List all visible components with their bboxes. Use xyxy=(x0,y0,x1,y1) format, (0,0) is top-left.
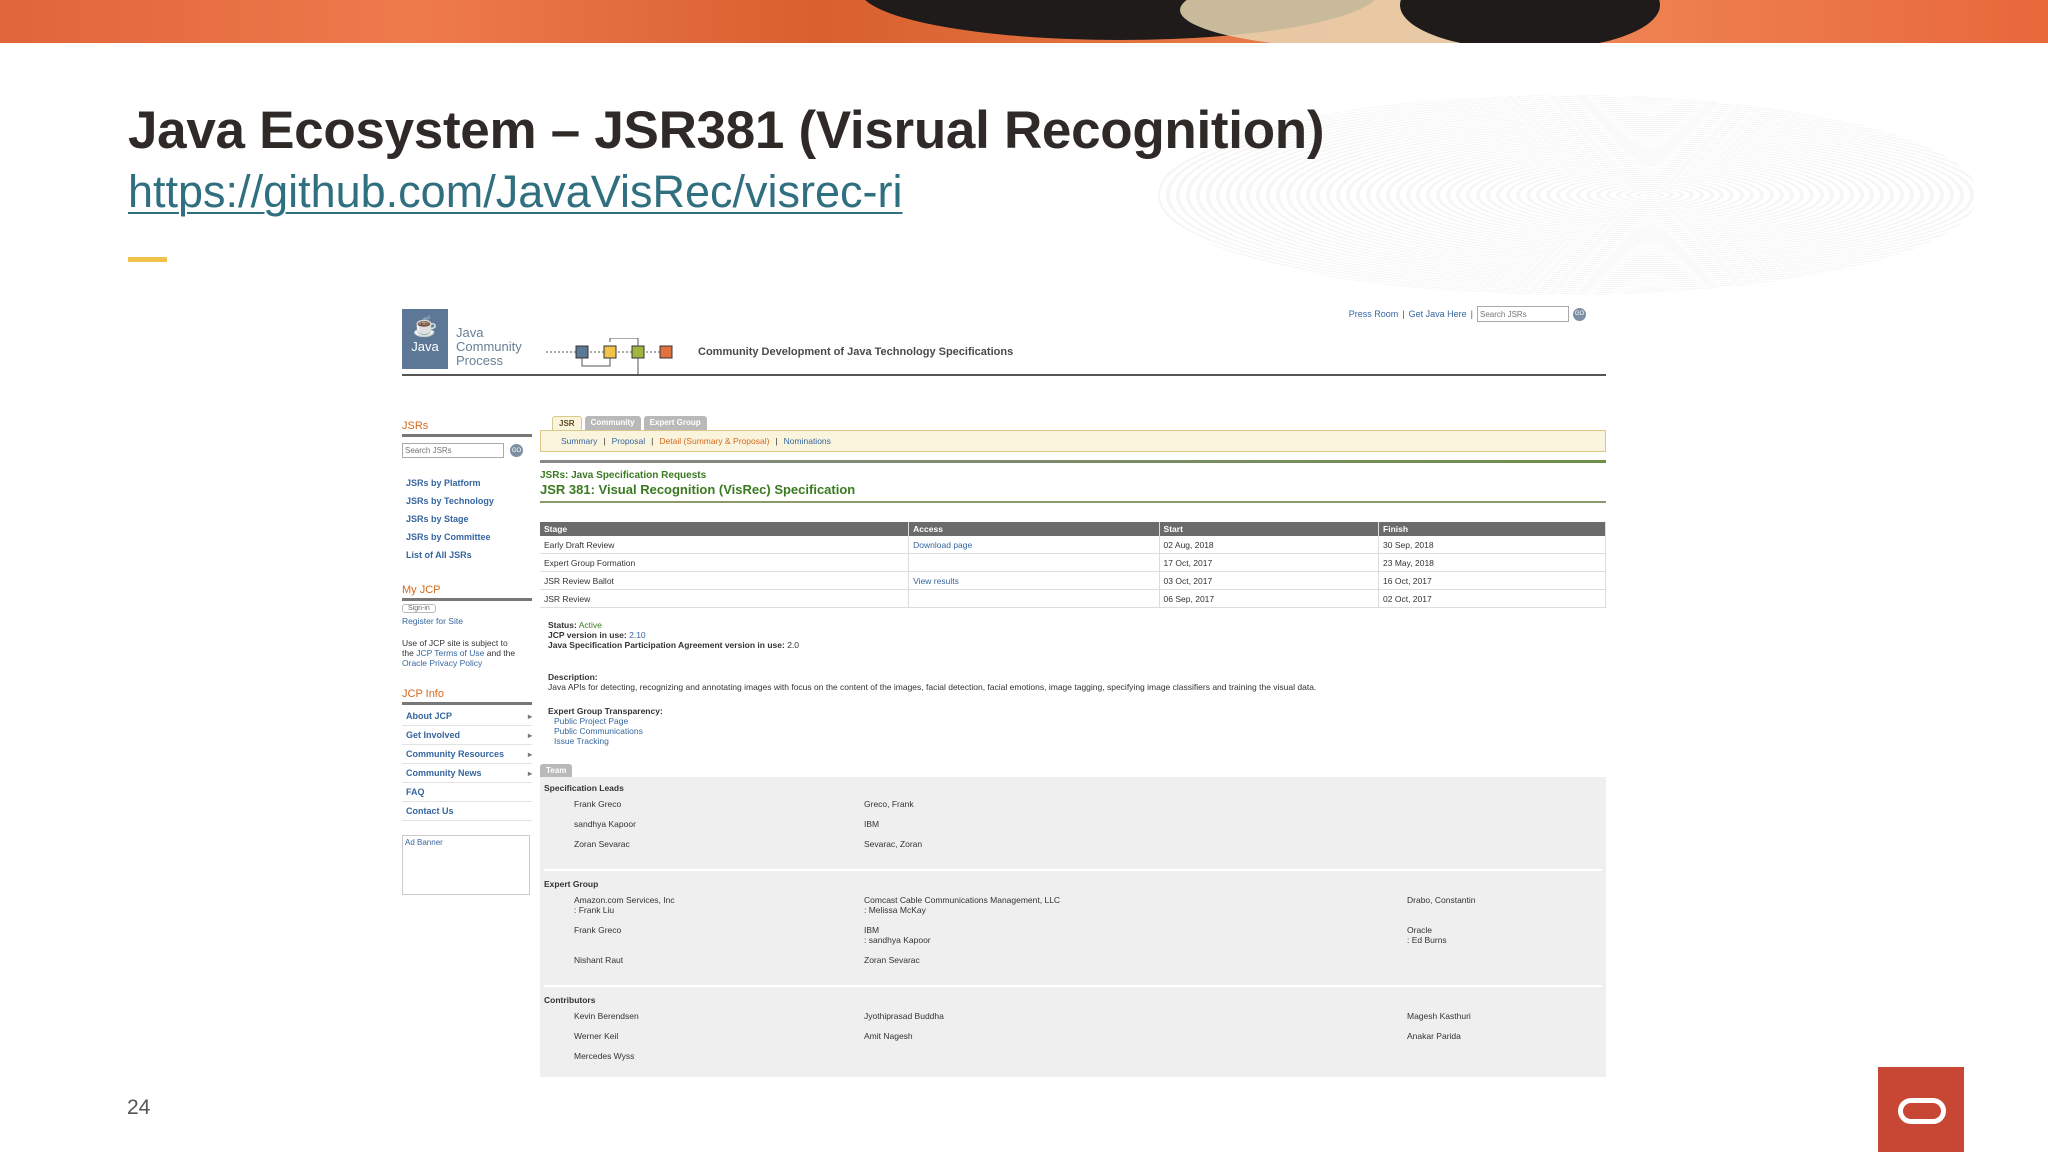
sidebar-item-list-of-all-jsrs[interactable]: List of All JSRs xyxy=(402,546,532,564)
sidebar-item-faq[interactable]: FAQ xyxy=(402,783,532,802)
subnav-proposal[interactable]: Proposal xyxy=(612,436,646,446)
left-sidebar: JSRs GO JSRs by Platform JSRs by Technol… xyxy=(402,420,532,895)
page-title: JSR 381: Visual Recognition (VisRec) Spe… xyxy=(540,482,856,497)
java-logo: ☕ Java xyxy=(402,309,448,369)
left-search-input[interactable] xyxy=(402,443,504,458)
process-flow-icon xyxy=(546,338,674,374)
list-item: Nishant Raut Zoran Sevarac xyxy=(574,955,920,965)
jcpinfo-heading: JCP Info xyxy=(402,688,532,705)
status-value: Active xyxy=(578,620,602,630)
jcp-version-link[interactable]: 2.10 xyxy=(629,630,646,640)
public-communications-link[interactable]: Public Communications xyxy=(554,726,1606,736)
list-item: sandhya Kapoor IBM xyxy=(574,819,880,829)
list-item: Mercedes Wyss xyxy=(574,1051,635,1061)
jsr-links: JSRs by Platform JSRs by Technology JSRs… xyxy=(402,474,532,564)
decorative-banner xyxy=(0,0,2048,43)
column-header: Finish xyxy=(1378,522,1606,536)
tab-team[interactable]: Team xyxy=(540,764,573,777)
myjcp-heading: My JCP xyxy=(402,584,532,601)
contributors-group: Contributors Kevin Berendsen Jyothiprasad… xyxy=(544,993,1602,1071)
register-link[interactable]: Register for Site xyxy=(402,616,532,626)
list-item: Frank Greco Greco, Frank xyxy=(574,799,914,809)
sub-navigation: Summary | Proposal | Detail (Summary & P… xyxy=(540,430,1606,452)
subnav-summary[interactable]: Summary xyxy=(561,436,597,446)
get-java-link[interactable]: Get Java Here xyxy=(1409,309,1467,319)
list-item: Werner Keil Amit Nagesh Anakar Parida xyxy=(574,1031,1461,1041)
list-item: Kevin Berendsen Jyothiprasad Buddha Magesh… xyxy=(574,1011,1471,1021)
public-project-page-link[interactable]: Public Project Page xyxy=(554,716,1606,726)
page-number: 24 xyxy=(127,1096,151,1119)
slide-title: Java Ecosystem – JSR381 (Visrual Recogni… xyxy=(128,101,1325,160)
status-block: Status: Active JCP version in use: 2.10 … xyxy=(548,620,800,650)
view-results-link[interactable]: View results xyxy=(908,571,1160,590)
expert-group: Expert Group Amazon.com Services, Inc : … xyxy=(544,877,1602,987)
table-row: Early Draft Review Download page 02 Aug,… xyxy=(540,536,1606,554)
ad-banner[interactable]: Ad Banner xyxy=(402,835,530,895)
description: Description: Java APIs for detecting, re… xyxy=(548,672,1317,692)
top-go-button[interactable]: GO xyxy=(1573,307,1586,321)
divider xyxy=(540,501,1606,503)
oracle-logo-icon xyxy=(1878,1067,1964,1152)
column-header: Start xyxy=(1159,522,1380,536)
spec-leads-group: Specification Leads Frank Greco Greco, Fr… xyxy=(544,781,1602,871)
sign-in-button[interactable]: Sign-in xyxy=(402,604,436,613)
sidebar-item-jsrs-by-technology[interactable]: JSRs by Technology xyxy=(402,492,532,510)
breadcrumb: JSRs: Java Specification Requests xyxy=(540,470,707,481)
sidebar-item-about-jcp[interactable]: About JCP ▸ xyxy=(402,707,532,726)
table-row: JSR Review 06 Sep, 2017 02 Oct, 2017 xyxy=(540,589,1606,608)
tagline: Community Development of Java Technology… xyxy=(698,346,1014,358)
issue-tracking-link[interactable]: Issue Tracking xyxy=(554,736,1606,746)
terms-notice: Use of JCP site is subject to the JCP Te… xyxy=(402,638,516,668)
sidebar-item-jsrs-by-platform[interactable]: JSRs by Platform xyxy=(402,474,532,492)
list-item: Frank Greco IBM : sandhya Kapoor Oracle : … xyxy=(574,925,1447,945)
main-content: JSR Community Expert Group Summary | Pro… xyxy=(540,416,1606,1077)
subnav-detail[interactable]: Detail (Summary & Proposal) xyxy=(659,436,769,446)
tab-community[interactable]: Community xyxy=(584,416,641,430)
list-item: Amazon.com Services, Inc : Frank Liu Comc… xyxy=(574,895,1476,915)
sidebar-item-jsrs-by-committee[interactable]: JSRs by Committee xyxy=(402,528,532,546)
sidebar-item-community-news[interactable]: Community News ▸ xyxy=(402,764,532,783)
divider xyxy=(540,460,1606,463)
terms-link[interactable]: JCP Terms of Use xyxy=(416,648,484,658)
press-room-link[interactable]: Press Room xyxy=(1349,309,1399,319)
download-page-link[interactable]: Download page xyxy=(908,536,1160,554)
subnav-nominations[interactable]: Nominations xyxy=(784,436,831,446)
team-panel: Specification Leads Frank Greco Greco, Fr… xyxy=(540,777,1606,1077)
column-header: Stage xyxy=(540,522,910,536)
column-header: Access xyxy=(908,522,1160,536)
tab-bar: JSR Community Expert Group xyxy=(552,416,1606,430)
privacy-link[interactable]: Oracle Privacy Policy xyxy=(402,658,482,668)
top-search-input[interactable] xyxy=(1477,306,1569,322)
jcp-wordmark: Java Community Process xyxy=(456,325,522,368)
accent-bar xyxy=(128,257,167,262)
jcp-info-links: About JCP ▸ Get Involved ▸ Community Resou… xyxy=(402,707,532,821)
jsrs-heading: JSRs xyxy=(402,420,532,437)
top-nav: Press Room | Get Java Here | GO xyxy=(1349,306,1586,322)
table-row: Expert Group Formation 17 Oct, 2017 23 M… xyxy=(540,553,1606,572)
table-row: JSR Review Ballot View results 03 Oct, 2… xyxy=(540,571,1606,590)
tab-expert-group[interactable]: Expert Group xyxy=(643,416,707,430)
list-item: Zoran Sevarac Sevarac, Zoran xyxy=(574,839,923,849)
sidebar-item-community-resources[interactable]: Community Resources ▸ xyxy=(402,745,532,764)
jcp-screenshot: Press Room | Get Java Here | GO ☕ Java J… xyxy=(384,298,1606,1078)
sidebar-item-contact-us[interactable]: Contact Us xyxy=(402,802,532,821)
header-divider xyxy=(402,374,1606,376)
left-search: GO xyxy=(402,443,532,458)
java-cup-icon: ☕ xyxy=(412,316,438,338)
left-go-button[interactable]: GO xyxy=(510,444,523,457)
github-link[interactable]: https://github.com/JavaVisRec/visrec-ri xyxy=(128,166,902,218)
sidebar-item-get-involved[interactable]: Get Involved ▸ xyxy=(402,726,532,745)
tab-jsr[interactable]: JSR xyxy=(552,416,582,430)
stage-table: Stage Access Start Finish Early Draft Re… xyxy=(540,522,1606,608)
transparency: Expert Group Transparency: Public Projec… xyxy=(548,706,1606,746)
sidebar-item-jsrs-by-stage[interactable]: JSRs by Stage xyxy=(402,510,532,528)
